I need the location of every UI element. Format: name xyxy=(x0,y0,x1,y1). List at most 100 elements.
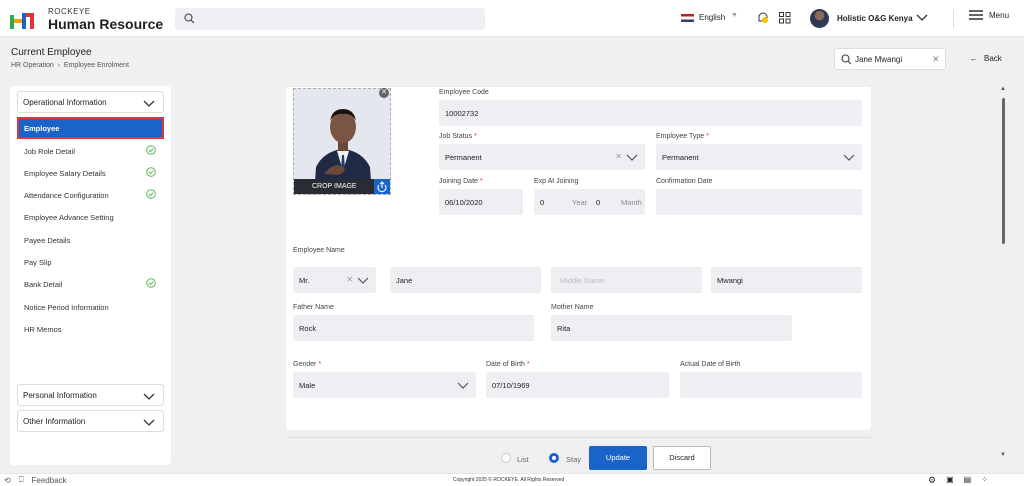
middle-name-field[interactable]: Middle Name xyxy=(551,267,702,293)
breadcrumb: HR Operation › Employee Enrolment xyxy=(11,62,129,69)
crop-image-bar[interactable]: CROP IMAGE xyxy=(294,179,390,194)
chevron-down-icon xyxy=(143,419,155,426)
exp-at-joining-field[interactable]: 0 Year 0 Month xyxy=(534,189,645,215)
stay-radio[interactable] xyxy=(549,453,559,463)
scrollbar-thumb[interactable] xyxy=(1002,98,1005,244)
sidebar-item-label: Payee Details xyxy=(24,236,71,245)
status-right: ⚙ ▣ ▤ ⁘ xyxy=(928,475,988,486)
calculator-icon[interactable]: ▤ xyxy=(964,475,972,486)
rockeye-logo-icon xyxy=(10,13,34,29)
back-button[interactable]: ← Back xyxy=(970,54,1002,63)
actual-dob-label: Actual Date of Birth xyxy=(680,361,741,368)
job-status-label: Job Status * xyxy=(439,133,477,140)
father-name-label: Father Name xyxy=(293,304,334,311)
last-name-value: Mwangi xyxy=(717,276,743,285)
gender-label-text: Gender xyxy=(293,361,317,368)
actual-dob-field[interactable] xyxy=(680,372,862,398)
dob-label-text: Date of Birth xyxy=(486,361,525,368)
sidebar-item-pay-slip[interactable]: Pay Slip xyxy=(17,251,164,273)
status-left: ⟲ ⎕ Feedback xyxy=(4,475,67,485)
section-operational-information[interactable]: Operational Information xyxy=(17,91,164,113)
remove-photo-icon[interactable]: ✕ xyxy=(379,88,389,98)
list-radio[interactable] xyxy=(501,453,511,463)
sidebar-item-label: Pay Slip xyxy=(24,258,52,267)
joining-date-field[interactable]: 06/10/2020 xyxy=(439,189,523,215)
settings-icon[interactable]: ⚙ xyxy=(928,475,936,486)
last-name-field[interactable]: Mwangi xyxy=(711,267,862,293)
bookmark-icon[interactable]: ⎕ xyxy=(19,475,24,485)
employee-code-field[interactable]: 10002732 xyxy=(439,100,862,126)
grid-icon[interactable]: ⁘ xyxy=(981,475,988,486)
job-status-value: Permanent xyxy=(445,153,482,162)
apps-grid-icon[interactable] xyxy=(779,12,791,24)
confirmation-date-field[interactable] xyxy=(656,189,862,215)
sidebar-item-hr-memos[interactable]: HR Memos xyxy=(17,318,164,340)
sidebar-item-notice-period-information[interactable]: Notice Period Information xyxy=(17,296,164,318)
mother-name-field[interactable]: Rita xyxy=(551,315,792,341)
scroll-down-icon[interactable]: ▼ xyxy=(1000,452,1006,458)
refresh-icon[interactable]: ⟲ xyxy=(4,476,11,485)
job-status-select[interactable]: Permanent ✕ xyxy=(439,144,645,170)
employee-type-select[interactable]: Permanent xyxy=(656,144,862,170)
chevron-down-icon[interactable]: ▼ xyxy=(731,12,738,19)
check-circle-icon xyxy=(146,189,156,199)
us-flag-icon xyxy=(681,13,694,22)
search-icon xyxy=(184,13,195,24)
breadcrumb-current: Employee Enrolment xyxy=(63,62,129,69)
monitor-icon[interactable]: ▣ xyxy=(946,475,954,486)
job-status-label-text: Job Status xyxy=(439,133,473,140)
joining-date-value: 06/10/2020 xyxy=(445,198,483,207)
global-search-input[interactable] xyxy=(175,8,485,30)
divider xyxy=(287,437,871,438)
scroll-up-icon[interactable]: ▲ xyxy=(1000,86,1006,92)
name-title-value: Mr. xyxy=(299,276,310,285)
gender-select[interactable]: Male xyxy=(293,372,476,398)
gender-label: Gender * xyxy=(293,361,321,368)
first-name-field[interactable]: Jane xyxy=(390,267,541,293)
notification-bell-icon[interactable] xyxy=(756,11,770,25)
update-button[interactable]: Update xyxy=(589,446,647,470)
employee-search-input[interactable]: Jane Mwangi ✕ xyxy=(834,48,946,70)
clear-icon[interactable]: ✕ xyxy=(346,275,353,284)
menu-label: Menu xyxy=(989,10,1010,20)
hamburger-icon xyxy=(969,10,983,20)
discard-button[interactable]: Discard xyxy=(653,446,711,470)
mother-name-label: Mother Name xyxy=(551,304,594,311)
sidebar-item-job-role-detail[interactable]: Job Role Detail xyxy=(17,140,164,162)
sidebar: Operational Information Employee Job Rol… xyxy=(10,86,171,465)
language-selector[interactable]: English xyxy=(681,13,725,22)
upload-photo-button[interactable] xyxy=(374,179,390,194)
exp-months-value[interactable]: 0 xyxy=(596,198,600,207)
joining-date-label-text: Joining Date xyxy=(439,178,478,185)
breadcrumb-root[interactable]: HR Operation xyxy=(11,62,54,69)
sidebar-item-payee-details[interactable]: Payee Details xyxy=(17,229,164,251)
section-other-information[interactable]: Other Information xyxy=(17,410,164,432)
sidebar-item-employee-advance-setting[interactable]: Employee Advance Setting xyxy=(17,206,164,228)
menu-button[interactable]: Menu xyxy=(969,10,1009,20)
sidebar-item-employee-salary-details[interactable]: Employee Salary Details xyxy=(17,162,164,184)
employee-name-label: Employee Name xyxy=(293,247,345,254)
language-label: English xyxy=(699,13,726,22)
clear-icon[interactable]: ✕ xyxy=(615,152,622,161)
section-personal-information[interactable]: Personal Information xyxy=(17,384,164,406)
sidebar-item-label: Employee Advance Setting xyxy=(24,213,114,222)
clear-icon[interactable]: ✕ xyxy=(932,54,940,65)
stay-radio-label: Stay xyxy=(566,455,582,464)
name-title-select[interactable]: Mr. ✕ xyxy=(293,267,376,293)
sidebar-item-attendance-configuration[interactable]: Attendance Configuration xyxy=(17,184,164,206)
chevron-down-icon[interactable] xyxy=(915,10,929,24)
dob-value: 07/10/1969 xyxy=(492,381,530,390)
user-avatar[interactable] xyxy=(810,9,829,28)
exp-years-value[interactable]: 0 xyxy=(540,198,544,207)
employee-code-label: Employee Code xyxy=(439,89,489,96)
father-name-field[interactable]: Rock xyxy=(293,315,534,341)
feedback-link[interactable]: Feedback xyxy=(32,476,67,485)
sidebar-item-employee[interactable]: Employee xyxy=(17,117,164,139)
copyright-text: Copyright 2025 © ROCKEYE. All Rights Res… xyxy=(453,477,565,483)
user-name[interactable]: Holistic O&G Kenya xyxy=(837,14,913,23)
back-label: Back xyxy=(984,54,1002,63)
chevron-down-icon xyxy=(626,154,638,161)
exp-month-unit: Month xyxy=(621,198,642,207)
dob-field[interactable]: 07/10/1969 xyxy=(486,372,669,398)
sidebar-item-bank-detail[interactable]: Bank Detail xyxy=(17,273,164,295)
